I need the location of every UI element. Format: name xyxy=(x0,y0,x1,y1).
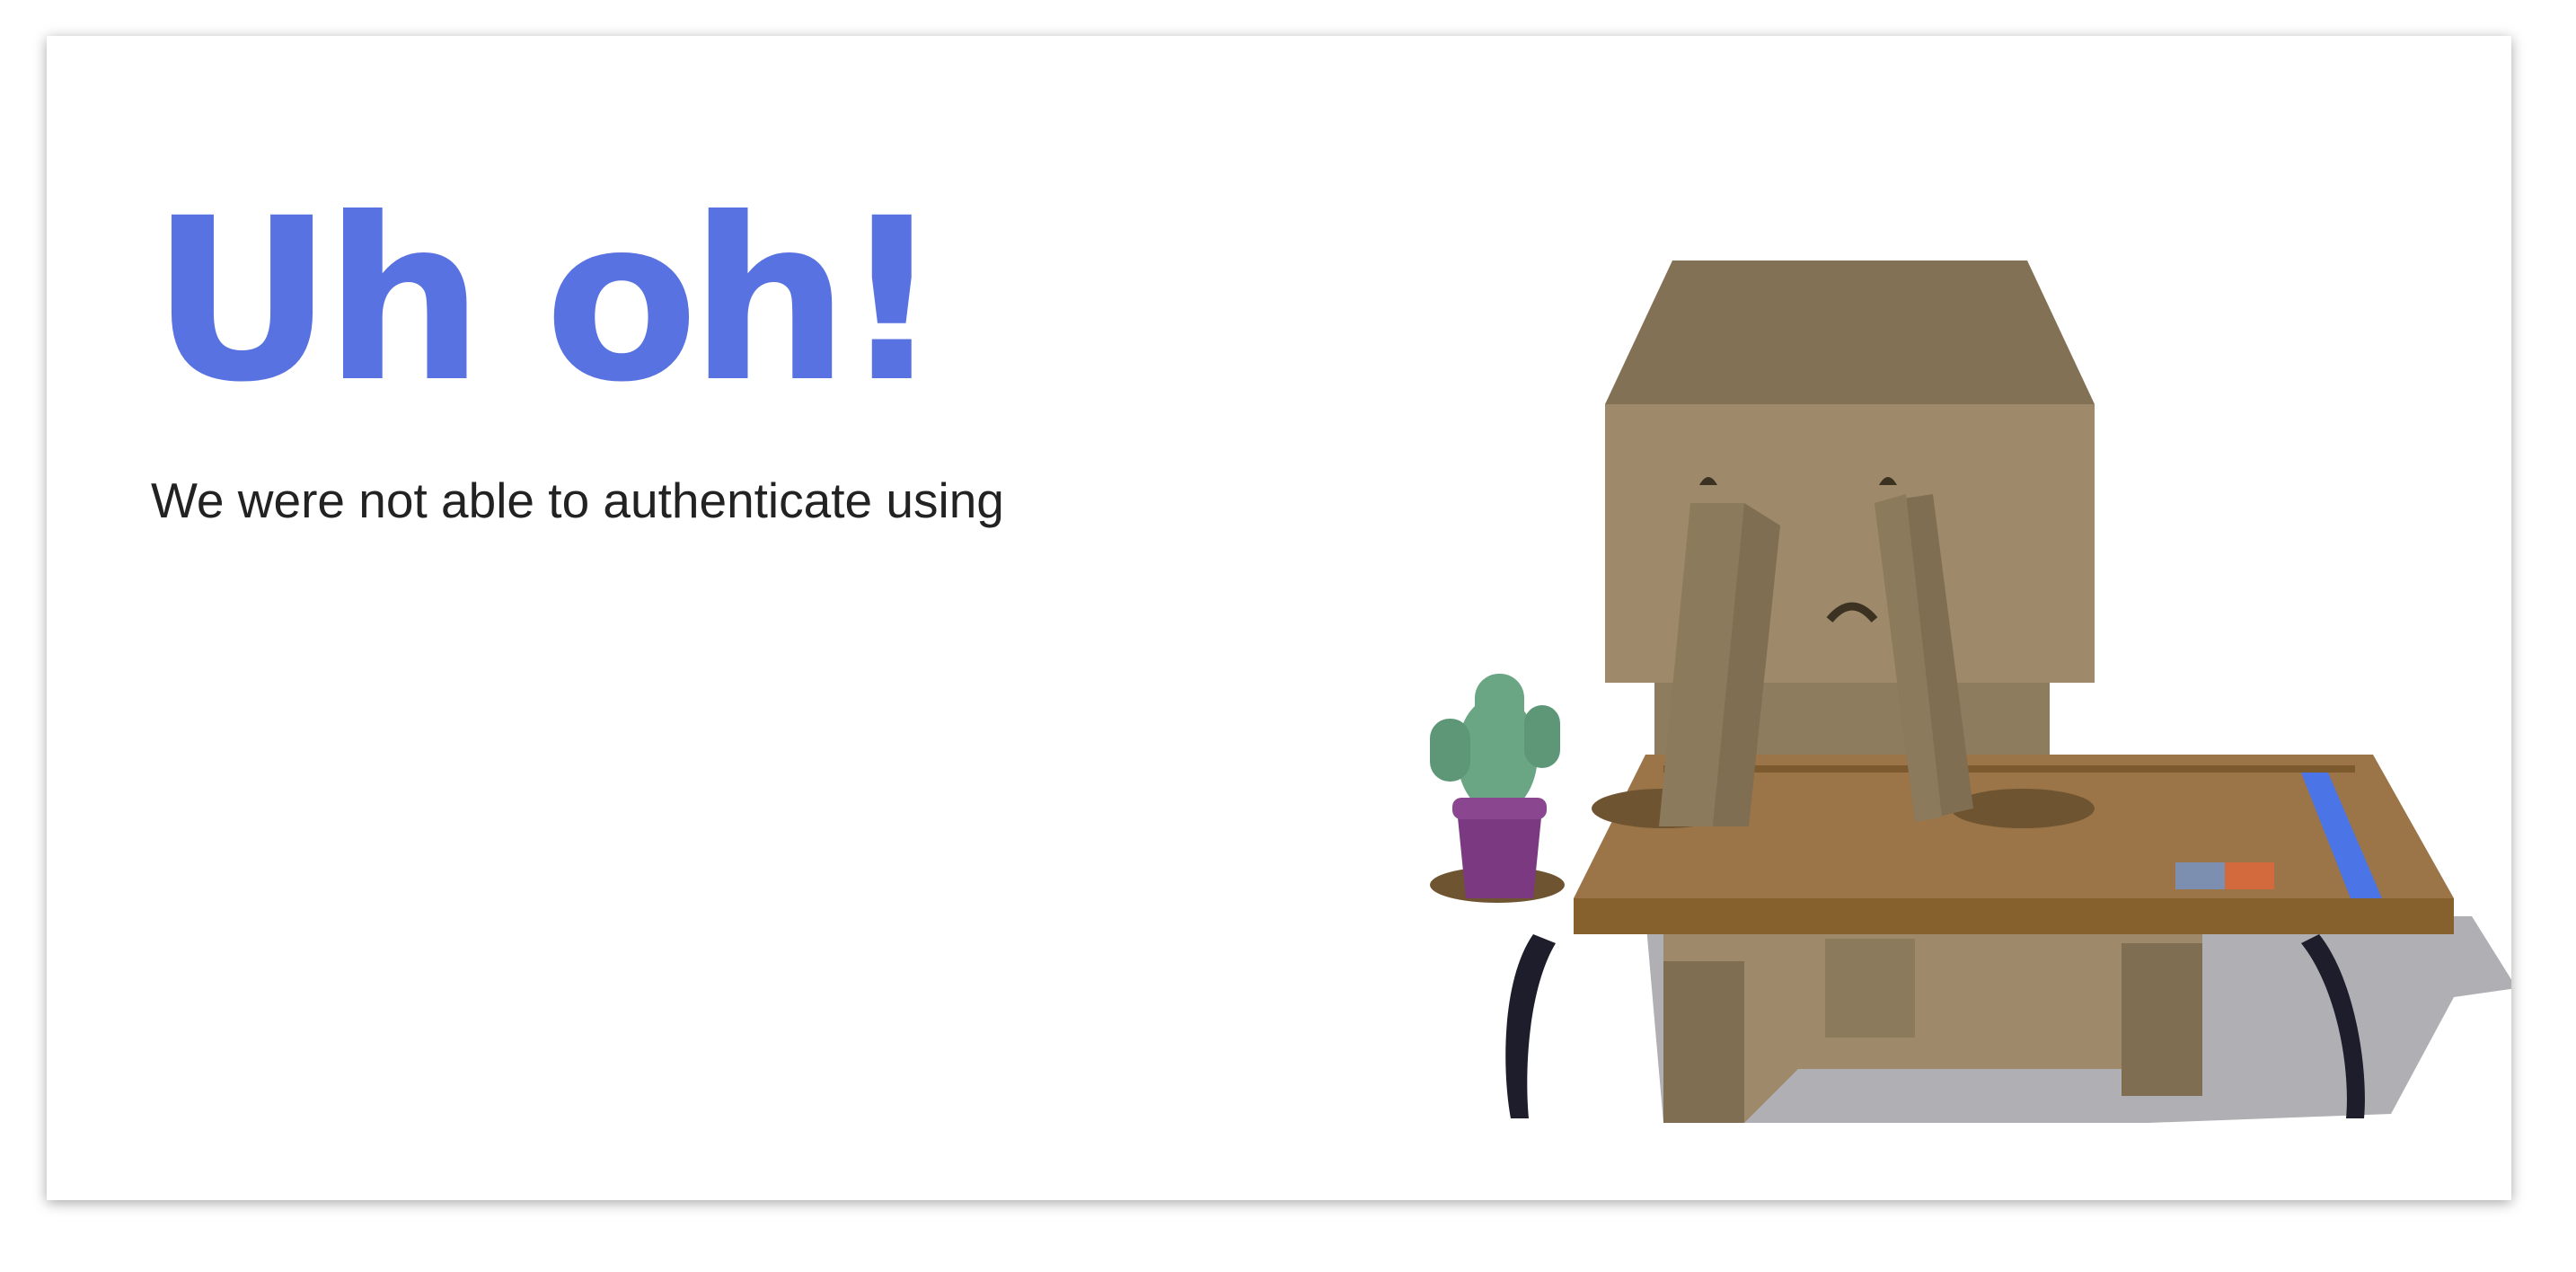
error-message: We were not able to authenticate using xyxy=(151,473,1004,528)
error-heading: Uh oh! xyxy=(151,170,943,431)
pencils-icon xyxy=(2175,862,2274,889)
error-card: Uh oh! We were not able to authenticate … xyxy=(47,36,2511,1200)
table-leg-left xyxy=(1505,934,1556,1118)
sad-box-robot-illustration xyxy=(1430,261,2511,1123)
cactus-icon xyxy=(1430,674,1560,898)
table-edge xyxy=(1574,898,2454,934)
